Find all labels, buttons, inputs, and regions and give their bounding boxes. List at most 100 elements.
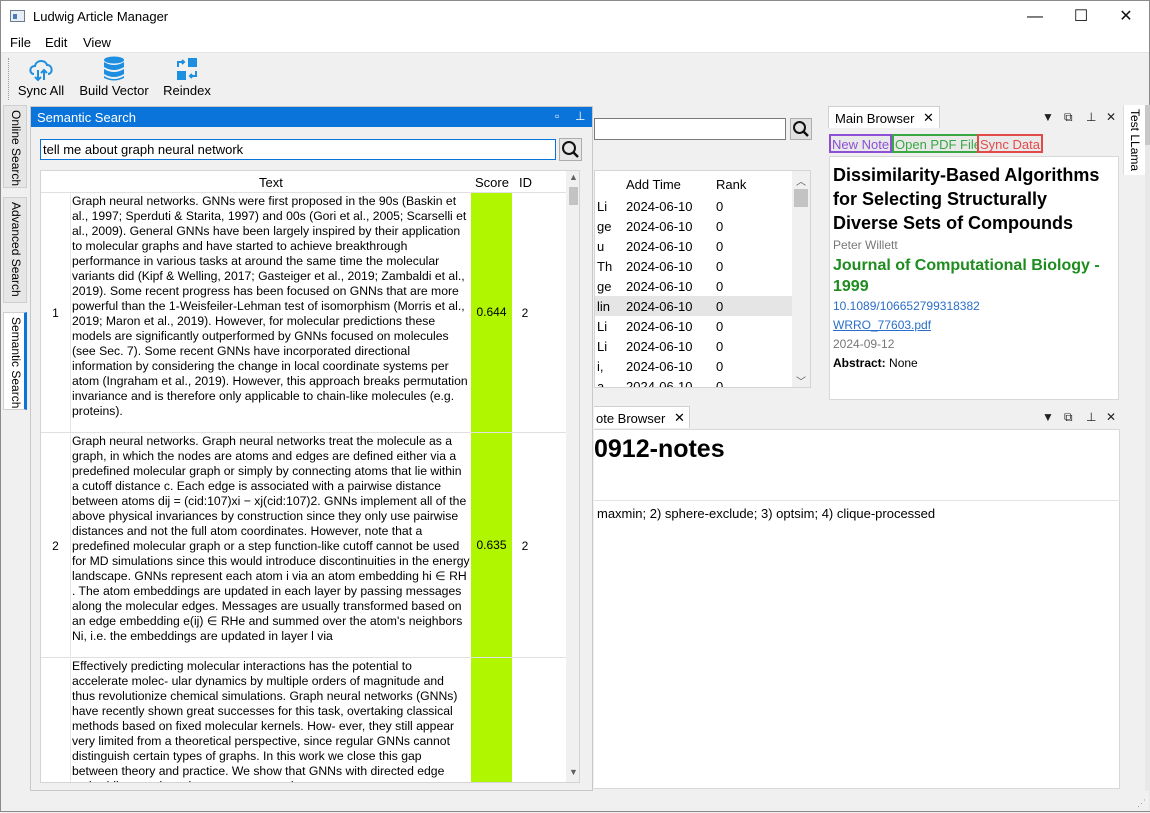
semantic-search-header: Semantic Search ▫ ⊥ (31, 107, 592, 127)
menu-edit[interactable]: Edit (45, 35, 67, 50)
semantic-search-panel: Semantic Search ▫ ⊥ Text Score ID 1 Grap… (30, 106, 593, 791)
right-scrollbar[interactable] (1145, 105, 1150, 811)
status-bar (1, 791, 1149, 811)
table-row[interactable]: Li 2024-06-10 0 (595, 316, 792, 336)
close-button[interactable]: ✕ (1103, 1, 1149, 32)
row-text: Graph neural networks. GNNs were first p… (70, 194, 470, 432)
row-id: 2 (521, 306, 529, 320)
row-id: 2 (521, 539, 529, 553)
article-rank-cell: 0 (716, 339, 724, 354)
article-rank-cell: 0 (716, 219, 724, 234)
close-tab-icon[interactable]: ✕ (923, 110, 934, 126)
resize-grip-icon[interactable]: ⋰ (1137, 798, 1146, 809)
tab-advanced-search[interactable]: Advanced Search (3, 197, 27, 303)
window-title: Ludwig Article Manager (33, 9, 169, 24)
minimize-button[interactable]: — (1012, 1, 1058, 32)
scroll-up-icon[interactable]: ︿ (796, 173, 806, 188)
scroll-down-icon[interactable]: ▼ (567, 767, 579, 781)
article-date-cell: 2024-06-10 (626, 219, 693, 234)
menu-view[interactable]: View (83, 35, 111, 50)
toolbar-grip[interactable] (8, 58, 10, 100)
results-scrollbar-thumb[interactable] (569, 187, 578, 205)
table-row[interactable]: ge 2024-06-10 0 (595, 216, 792, 236)
article-date-cell: 2024-06-10 (626, 379, 693, 388)
tab-semantic-search[interactable]: Semantic Search (3, 312, 27, 410)
pin-icon[interactable]: ⊥ (1086, 410, 1096, 424)
article-scrollbar[interactable]: ︿ ﹀ (792, 171, 810, 387)
note-text: maxmin; 2) sphere-exclude; 3) optsim; 4)… (597, 506, 936, 521)
table-row[interactable]: Th 2024-06-10 0 (595, 256, 792, 276)
article-date-cell: 2024-06-10 (626, 239, 693, 254)
article-search-input[interactable] (594, 118, 786, 140)
column-rank[interactable]: Rank (716, 177, 746, 192)
open-pdf-button[interactable]: Open PDF File (892, 134, 984, 153)
column-text[interactable]: Text (259, 175, 283, 190)
pin-icon[interactable]: ⊥ (575, 109, 585, 123)
row-text: Effectively predicting molecular interac… (70, 659, 470, 782)
float-icon[interactable]: ⧉ (1064, 410, 1073, 425)
table-row[interactable]: u 2024-06-10 0 (595, 236, 792, 256)
article-date-cell: 2024-06-10 (626, 259, 693, 274)
toolbar: Sync All Build Vector Reindex (1, 53, 1149, 105)
cloud-sync-icon (29, 60, 53, 82)
right-scrollbar-thumb[interactable] (1145, 105, 1150, 145)
float-icon[interactable]: ▫ (555, 109, 559, 123)
panel-menu-icon[interactable]: ▼ (1042, 410, 1054, 424)
article-rank-cell: 0 (716, 259, 724, 274)
maximize-button[interactable]: ☐ (1058, 1, 1104, 32)
note-content: 0912-notes maxmin; 2) sphere-exclude; 3)… (594, 429, 1120, 789)
build-vector-button[interactable]: Build Vector (77, 56, 151, 102)
article-title-cell: ge (597, 279, 612, 294)
table-row-selected[interactable]: lin 2024-06-10 0 (595, 296, 792, 316)
article-scrollbar-thumb[interactable] (794, 189, 808, 207)
row-text: Graph neural networks. Graph neural netw… (70, 434, 470, 658)
table-row[interactable]: ge 2024-06-10 0 (595, 276, 792, 296)
float-icon[interactable]: ⧉ (1064, 110, 1073, 125)
tab-test-llama[interactable]: Test LLama (1123, 105, 1145, 175)
article-list-panel: Add Time Rank Li 2024-06-10 0 ge 2024-06-10… (594, 106, 822, 403)
note-browser-tab-label: ote Browser (596, 411, 666, 426)
table-row[interactable]: 2 Graph neural networks. Graph neural ne… (41, 433, 566, 658)
table-row[interactable]: Li 2024-06-10 0 (595, 336, 792, 356)
close-panel-icon[interactable]: ✕ (1106, 410, 1116, 424)
article-doi-link[interactable]: 10.1089/106652799318382 (833, 299, 980, 313)
table-row[interactable]: 1 Graph neural networks. GNNs were first… (41, 193, 566, 433)
semantic-results-table: Text Score ID 1 Graph neural networks. G… (40, 170, 580, 783)
sync-all-label: Sync All (17, 83, 65, 98)
tab-online-search[interactable]: Online Search (3, 105, 27, 188)
semantic-search-input[interactable] (40, 139, 556, 160)
panel-menu-icon[interactable]: ▼ (1042, 110, 1054, 124)
new-note-button[interactable]: New Note (829, 134, 893, 153)
sync-data-button[interactable]: Sync Data (977, 134, 1043, 153)
pin-icon[interactable]: ⊥ (1086, 110, 1096, 124)
results-scrollbar[interactable]: ▲ ▼ (566, 171, 579, 782)
tab-note-browser[interactable]: ote Browser ✕ (594, 406, 690, 428)
semantic-search-button[interactable] (559, 138, 582, 161)
note-browser-panel: ote Browser ✕ ▼ ⧉ ⊥ ✕ 0912-notes maxmin;… (594, 406, 1122, 791)
column-score[interactable]: Score (475, 175, 509, 190)
article-abstract: Abstract: None (833, 356, 918, 370)
tab-main-browser[interactable]: Main Browser ✕ (828, 106, 940, 128)
column-add-time[interactable]: Add Time (626, 177, 681, 192)
reindex-button[interactable]: Reindex (162, 56, 212, 102)
table-row[interactable]: Li 2024-06-10 0 (595, 196, 792, 216)
close-tab-icon[interactable]: ✕ (674, 410, 685, 426)
article-rank-cell: 0 (716, 239, 724, 254)
tab-test-llama-label: Test LLama (1128, 109, 1142, 172)
table-row[interactable]: i, 2024-06-10 0 (595, 356, 792, 376)
close-panel-icon[interactable]: ✕ (1106, 110, 1116, 124)
article-title-cell: a (597, 379, 605, 388)
database-icon (104, 56, 124, 81)
column-id[interactable]: ID (519, 175, 532, 190)
scroll-down-icon[interactable]: ﹀ (796, 373, 806, 387)
article-date-cell: 2024-06-10 (626, 199, 693, 214)
article-search-button[interactable] (790, 118, 812, 140)
table-row[interactable]: a 2024-06-10 0 (595, 376, 792, 388)
table-row[interactable]: Effectively predicting molecular interac… (41, 658, 566, 782)
row-index: 1 (52, 306, 59, 320)
sync-all-button[interactable]: Sync All (17, 56, 65, 102)
menu-file[interactable]: File (10, 35, 31, 50)
article-pdf-link[interactable]: WRRO_77603.pdf (833, 318, 931, 332)
scroll-up-icon[interactable]: ▲ (567, 172, 579, 186)
article-date-cell: 2024-06-10 (626, 279, 693, 294)
